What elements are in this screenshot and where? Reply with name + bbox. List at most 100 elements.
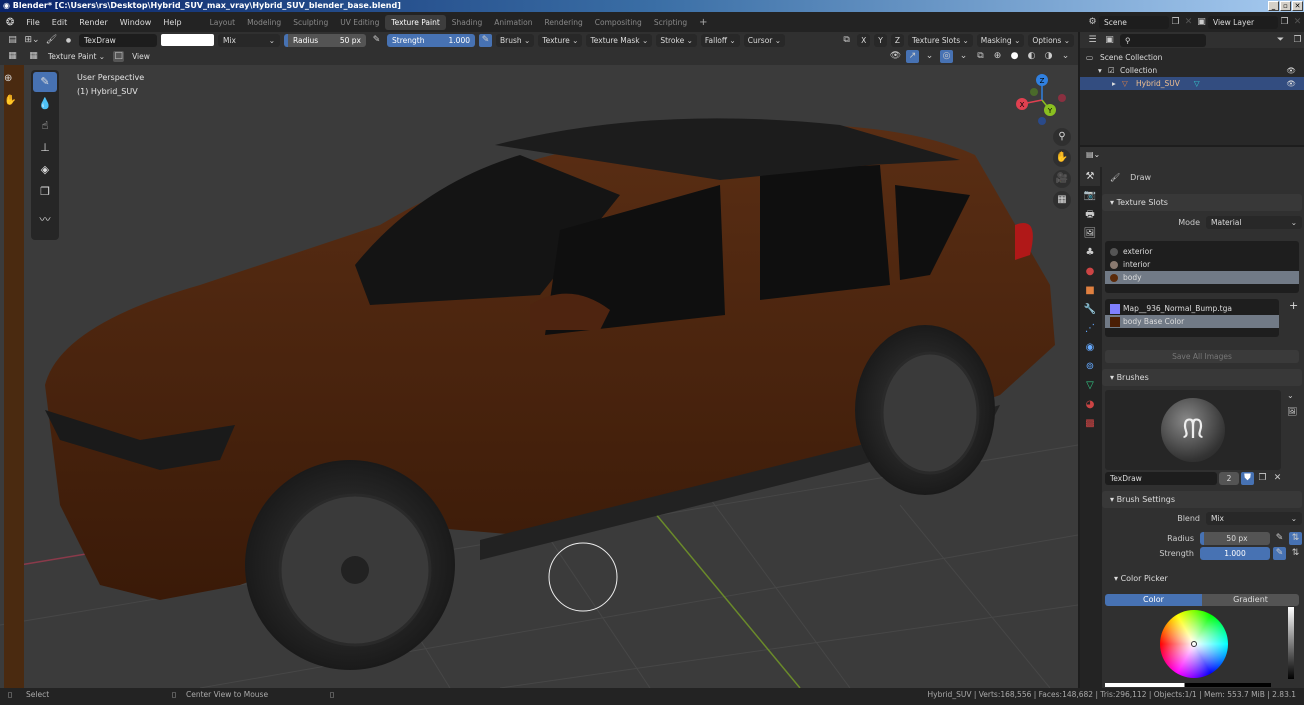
fill-tool[interactable]: ◈ [33, 160, 57, 180]
unlink-brush-icon[interactable]: ✕ [1271, 472, 1284, 485]
radius-unit-icon[interactable]: ⇅ [1289, 532, 1302, 545]
paint-mode-icon[interactable]: ⊞⌄ [23, 34, 41, 47]
outliner-editor-icon[interactable]: ☰ [1086, 34, 1099, 47]
brush-pin-icon[interactable]: ● [62, 34, 75, 47]
brush-preview[interactable]: ᙏ [1105, 390, 1281, 470]
properties-editor-icon[interactable]: ▤⌄ [1086, 150, 1100, 159]
shading-dropdown-icon[interactable]: ⌄ [1059, 50, 1072, 63]
overlay-toggle[interactable]: ◎ [940, 50, 953, 63]
expand-icon[interactable]: ▸ [1112, 77, 1116, 90]
camera-view-icon[interactable]: 🎥 [1053, 170, 1071, 188]
mode-dropdown[interactable]: Material ⌄ [1206, 216, 1302, 229]
image-slot-normal-bump[interactable]: Map__936_Normal_Bump.tga [1105, 302, 1279, 315]
annotate-tool[interactable]: 〰 [33, 210, 57, 230]
radius-pressure-icon[interactable]: ✎ [370, 34, 383, 47]
tab-view-layer-icon[interactable]: 🖼 [1080, 224, 1100, 243]
xray-toggle[interactable]: ⧉ [974, 50, 987, 63]
smear-tool[interactable]: ☝ [33, 116, 57, 136]
visibility-eye-icon[interactable]: 👁 [1286, 77, 1296, 90]
draw-tool[interactable]: ✎ [33, 72, 57, 92]
mirror-y-toggle[interactable]: Y [874, 33, 887, 47]
tab-constraints-icon[interactable]: ⊚ [1080, 357, 1100, 376]
overlay-dropdown-icon[interactable]: ⌄ [957, 50, 970, 63]
filter-icon[interactable]: ⏷ [1274, 34, 1287, 47]
save-all-images-button[interactable]: Save All Images [1105, 350, 1299, 363]
tab-data-icon[interactable]: ▽ [1080, 376, 1100, 395]
zoom-view-icon[interactable]: ⚲ [1053, 128, 1071, 146]
brush-settings-panel-header[interactable]: ▾ Brush Settings [1102, 491, 1302, 508]
tab-material-icon[interactable]: ◕ [1080, 395, 1100, 414]
brush-image-icon[interactable]: 🖼 [1287, 407, 1297, 416]
view-menu[interactable]: View [128, 50, 154, 63]
tab-color[interactable]: Color [1105, 594, 1202, 606]
3d-viewport[interactable] [0, 65, 1078, 688]
tab-texture-icon[interactable]: ▩ [1080, 414, 1100, 433]
mirror-z-toggle[interactable]: Z [890, 33, 904, 47]
menu-window[interactable]: Window [114, 18, 158, 27]
view-layer-selector[interactable]: View Layer [1208, 15, 1278, 29]
gizmo-toggle[interactable]: ↗ [906, 50, 919, 63]
menu-render[interactable]: Render [73, 18, 113, 27]
scene-selector[interactable]: Scene [1099, 15, 1169, 29]
visibility-eye-icon[interactable]: 👁 [1286, 64, 1296, 77]
tab-animation[interactable]: Animation [488, 15, 538, 30]
soften-tool[interactable]: 💧 [33, 94, 57, 114]
tab-render-icon[interactable]: 📷 [1080, 186, 1100, 205]
visibility-dropdown[interactable]: 👁⌄ [889, 50, 902, 74]
brush-name-input[interactable]: TexDraw [1105, 472, 1217, 485]
tab-uv-editing[interactable]: UV Editing [334, 15, 385, 30]
wireframe-shading-icon[interactable]: ⊕ [991, 50, 1004, 63]
brush-strength-slider[interactable]: 1.000 [1200, 547, 1270, 560]
image-slot-body-base-color[interactable]: body Base Color [1105, 315, 1279, 328]
tab-compositing[interactable]: Compositing [589, 15, 648, 30]
blend-dropdown[interactable]: Mix ⌄ [1206, 512, 1302, 525]
nav-pan-icon[interactable]: ✋ [4, 95, 16, 106]
tab-rendering[interactable]: Rendering [538, 15, 588, 30]
tab-tool-icon[interactable]: ⚒ [1080, 167, 1100, 186]
editor-type-icon[interactable]: ▤ [6, 34, 19, 47]
tab-shading[interactable]: Shading [446, 15, 488, 30]
texture-menu[interactable]: Texture ⌄ [538, 33, 583, 47]
rendered-shading-icon[interactable]: ◑ [1042, 50, 1055, 63]
scene-icon[interactable]: ⚙ [1086, 16, 1099, 29]
stroke-menu[interactable]: Stroke ⌄ [656, 33, 697, 47]
maximize-button[interactable]: ▫ [1280, 1, 1291, 11]
texture-slots-panel-header[interactable]: ▾ Texture Slots [1102, 194, 1302, 211]
tab-scene-icon[interactable]: ♣ [1080, 243, 1100, 262]
pan-view-icon[interactable]: ✋ [1053, 149, 1071, 167]
brush-list-expand-icon[interactable]: ⌄ [1287, 391, 1294, 400]
gizmo-dropdown-icon[interactable]: ⌄ [923, 50, 936, 63]
menu-file[interactable]: File [20, 18, 45, 27]
material-slot-exterior[interactable]: exterior [1105, 245, 1299, 258]
view-layer-icon[interactable]: ▣ [1195, 16, 1208, 29]
options-menu[interactable]: Options ⌄ [1028, 33, 1074, 47]
add-workspace-button[interactable]: + [693, 15, 713, 30]
nav-zoom-icon[interactable]: ⊕ [4, 73, 12, 84]
material-slot-interior[interactable]: interior [1105, 258, 1299, 271]
expand-icon[interactable]: ▾ [1098, 64, 1102, 77]
close-button[interactable]: ✕ [1292, 1, 1303, 11]
duplicate-brush-icon[interactable]: ❐ [1256, 472, 1269, 485]
minimize-button[interactable]: _ [1268, 1, 1279, 11]
tab-particles-icon[interactable]: ⋰ [1080, 319, 1100, 338]
object-row-hybrid-suv[interactable]: ▸ ▽ Hybrid_SUV ▽ 👁 [1080, 77, 1304, 90]
masking-menu[interactable]: Masking ⌄ [976, 33, 1025, 47]
fake-user-shield-icon[interactable]: ⛊ [1241, 472, 1254, 485]
collection-row[interactable]: ▾ ☑ Collection 👁 [1080, 64, 1304, 77]
navigation-gizmo[interactable]: X Y Z [1012, 70, 1072, 130]
blend-mode-dropdown[interactable]: Mix ⌄ [218, 33, 280, 47]
falloff-menu[interactable]: Falloff ⌄ [700, 33, 740, 47]
solid-shading-icon[interactable]: ● [1008, 50, 1021, 63]
clone-tool[interactable]: ⊥ [33, 138, 57, 158]
symmetry-icon[interactable]: ⧉ [840, 34, 853, 47]
scene-collection-row[interactable]: ▭ Scene Collection [1080, 51, 1304, 64]
strength-pressure-icon[interactable]: ✎ [479, 33, 492, 47]
add-texture-slot-button[interactable]: + [1289, 299, 1298, 312]
strength-pressure-icon[interactable]: ✎ [1273, 547, 1286, 560]
delete-view-layer-icon[interactable]: ✕ [1291, 16, 1304, 29]
mirror-x-toggle[interactable]: X [857, 33, 871, 47]
tab-sculpting[interactable]: Sculpting [287, 15, 334, 30]
tab-layout[interactable]: Layout [204, 15, 242, 30]
brush-menu[interactable]: Brush ⌄ [496, 33, 535, 47]
brush-name-field[interactable]: TexDraw [79, 33, 157, 47]
